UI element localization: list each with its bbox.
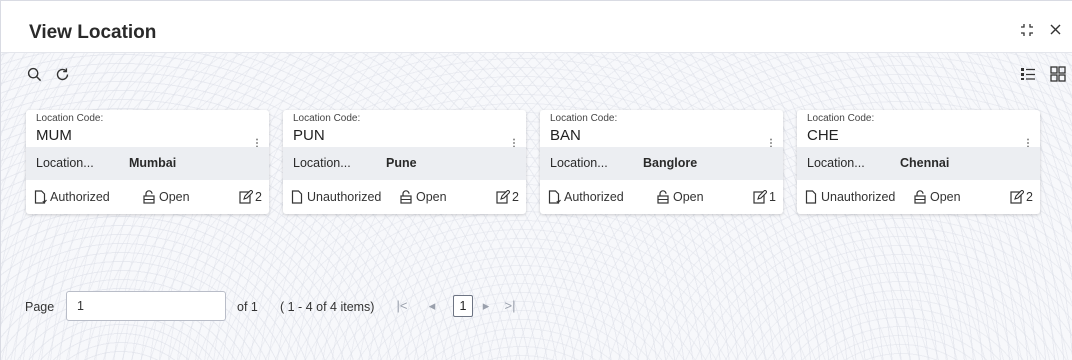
page-title: View Location [29,22,157,43]
location-description-label: Location... [293,156,351,170]
page-total-label: of 1 [237,300,258,314]
location-description-band: Location... Chennai [797,147,1040,180]
location-code-value: CHE [807,127,839,144]
window-header: View Location [1,1,1072,53]
page-number-input[interactable] [66,291,226,321]
location-code-value: MUM [36,127,72,144]
open-status-text: Open [930,190,961,204]
authorized-doc-icon [34,190,47,204]
search-icon[interactable] [25,65,43,83]
first-page-icon[interactable]: |< [395,298,409,313]
location-code-value: PUN [293,127,325,144]
location-code-value: BAN [550,127,581,144]
modification-count-text: 2 [255,190,262,204]
open-status-text: Open [673,190,704,204]
auth-status-text: Authorized [50,190,110,204]
location-description-value: Chennai [900,156,950,170]
open-status: Open [914,190,961,204]
location-cards: Location Code: MUM Location... Mumbai Au… [26,110,1040,214]
refresh-icon[interactable] [53,65,71,83]
auth-status: Unauthorized [291,190,381,204]
location-description-label: Location... [550,156,608,170]
auth-status-text: Unauthorized [821,190,896,204]
grid-view-icon[interactable] [1049,65,1067,83]
current-page-button[interactable]: 1 [453,295,473,317]
modification-count: 2 [239,190,262,204]
open-status: Open [400,190,447,204]
unlock-icon [400,190,412,204]
auth-status: Unauthorized [805,190,895,204]
edit-icon [753,190,768,204]
modification-count: 2 [496,190,519,204]
location-description-band: Location... Mumbai [26,147,269,180]
auth-status-text: Unauthorized [307,190,382,204]
edit-icon [496,190,511,204]
location-card[interactable]: Location Code: MUM Location... Mumbai Au… [26,110,269,214]
open-status-text: Open [416,190,447,204]
auth-status-text: Authorized [564,190,624,204]
card-footer: Authorized Open 2 [26,180,269,214]
unlock-icon [657,190,669,204]
location-description-value: Mumbai [129,156,177,170]
location-card[interactable]: Location Code: PUN Location... Pune Unau… [283,110,526,214]
modification-count: 1 [753,190,776,204]
minimize-icon[interactable] [1019,23,1035,39]
last-page-icon[interactable]: >| [503,298,517,313]
edit-icon [239,190,254,204]
authorized-doc-icon [548,190,561,204]
modification-count-text: 1 [769,190,776,204]
unlock-icon [914,190,926,204]
auth-status: Authorized [34,190,110,204]
open-status-text: Open [159,190,190,204]
unlock-icon [143,190,155,204]
toolbar [1,63,1072,87]
location-code-label: Location Code: [293,113,361,124]
unauthorized-doc-icon [805,190,817,204]
auth-status: Authorized [548,190,624,204]
location-description-label: Location... [36,156,94,170]
location-code-label: Location Code: [807,113,875,124]
previous-page-icon[interactable]: ◂ [425,298,439,314]
modification-count-text: 2 [1026,190,1033,204]
close-icon[interactable] [1047,23,1063,39]
page-label: Page [25,300,55,314]
location-description-band: Location... Banglore [540,147,783,180]
location-card[interactable]: Location Code: CHE Location... Chennai U… [797,110,1040,214]
open-status: Open [143,190,190,204]
card-footer: Unauthorized Open 2 [797,180,1040,214]
modification-count-text: 2 [512,190,519,204]
location-code-label: Location Code: [550,113,618,124]
card-footer: Unauthorized Open 2 [283,180,526,214]
list-view-icon[interactable] [1019,65,1037,83]
location-code-label: Location Code: [36,113,104,124]
modification-count: 2 [1010,190,1033,204]
location-description-value: Pune [386,156,417,170]
card-footer: Authorized Open 1 [540,180,783,214]
location-description-label: Location... [807,156,865,170]
location-description-band: Location... Pune [283,147,526,180]
view-location-window: View Location Location Code: MUM Locatio… [0,0,1072,360]
open-status: Open [657,190,704,204]
edit-icon [1010,190,1025,204]
location-description-value: Banglore [643,156,698,170]
location-card[interactable]: Location Code: BAN Location... Banglore … [540,110,783,214]
next-page-icon[interactable]: ▸ [479,298,493,314]
unauthorized-doc-icon [291,190,303,204]
items-range-label: ( 1 - 4 of 4 items) [280,300,375,314]
